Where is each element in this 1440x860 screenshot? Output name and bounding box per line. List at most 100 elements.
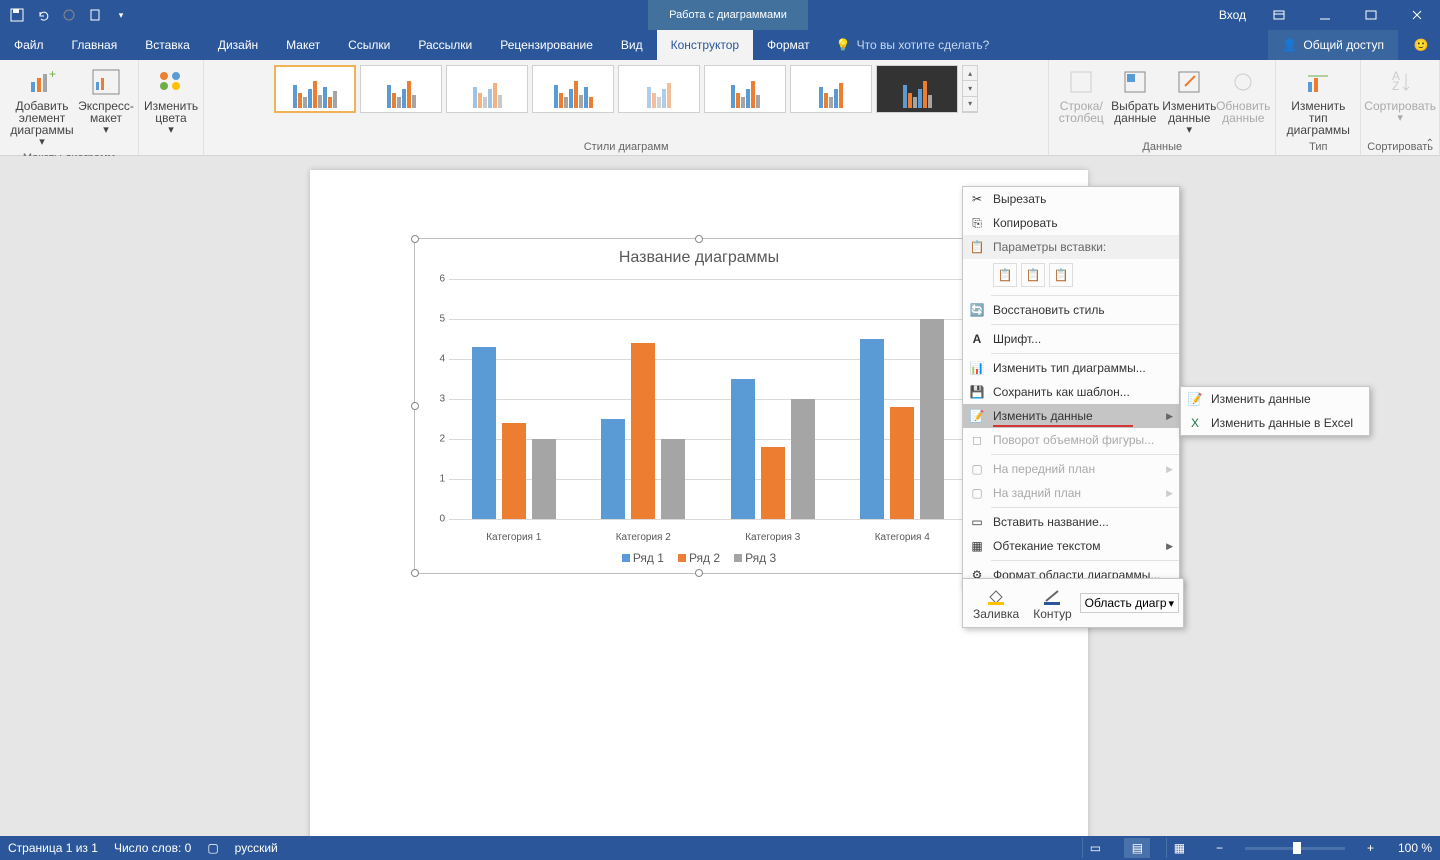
legend-item[interactable]: Ряд 1 <box>622 551 664 565</box>
paste-option-1[interactable]: 📋 <box>993 263 1017 287</box>
tab-references[interactable]: Ссылки <box>334 30 404 60</box>
bar-series-3[interactable] <box>791 399 815 519</box>
ctx-cut[interactable]: ✂Вырезать <box>963 187 1179 211</box>
close-icon[interactable] <box>1394 0 1440 30</box>
svg-text:Z: Z <box>1392 79 1399 93</box>
feedback-icon[interactable]: 🙂 <box>1402 30 1440 60</box>
collapse-ribbon-icon[interactable]: ⌃ <box>1426 138 1434 149</box>
zoom-out-icon[interactable]: − <box>1216 841 1223 855</box>
quick-layout-button[interactable]: Экспресс-макет ▾ <box>80 64 132 138</box>
group-label-type: Тип <box>1309 139 1327 155</box>
chart-style-7[interactable] <box>790 65 872 113</box>
undo-icon[interactable] <box>30 1 56 29</box>
tab-format[interactable]: Формат <box>753 30 824 60</box>
bar-series-3[interactable] <box>920 319 944 519</box>
legend-item[interactable]: Ряд 2 <box>678 551 720 565</box>
proofing-icon[interactable]: ▢ <box>207 841 218 855</box>
ctx-reset-style[interactable]: 🔄Восстановить стиль <box>963 298 1179 322</box>
tab-design[interactable]: Дизайн <box>204 30 272 60</box>
ribbon-tabs: Файл Главная Вставка Дизайн Макет Ссылки… <box>0 30 1440 60</box>
tab-insert[interactable]: Вставка <box>131 30 204 60</box>
font-icon: A <box>969 331 985 347</box>
outline-button[interactable]: Контур <box>1027 583 1077 623</box>
chart-style-8[interactable] <box>876 65 958 113</box>
view-print-icon[interactable]: ▤ <box>1124 838 1150 858</box>
change-chart-type-button[interactable]: Изменить тип диаграммы <box>1282 64 1354 138</box>
zoom-slider[interactable] <box>1245 847 1345 850</box>
bar-series-1[interactable] <box>860 339 884 519</box>
switch-icon <box>1065 66 1097 98</box>
chart-style-3[interactable] <box>446 65 528 113</box>
edit-data-button[interactable]: Изменить данные ▾ <box>1163 64 1215 138</box>
ctx-insert-title[interactable]: ▭Вставить название... <box>963 510 1179 534</box>
switch-row-column-button: Строка/столбец <box>1055 64 1107 126</box>
submenu-edit-excel[interactable]: XИзменить данные в Excel <box>1181 411 1369 435</box>
tab-review[interactable]: Рецензирование <box>486 30 607 60</box>
status-page[interactable]: Страница 1 из 1 <box>8 841 98 855</box>
cut-icon: ✂ <box>969 191 985 207</box>
tab-home[interactable]: Главная <box>58 30 132 60</box>
select-data-button[interactable]: Выбрать данные <box>1109 64 1161 126</box>
redo-icon[interactable] <box>56 1 82 29</box>
tab-view[interactable]: Вид <box>607 30 657 60</box>
chevron-right-icon: ▶ <box>1166 411 1173 422</box>
fill-button[interactable]: Заливка <box>967 583 1025 623</box>
chart-style-6[interactable] <box>704 65 786 113</box>
view-web-icon[interactable]: ▦ <box>1166 838 1192 858</box>
zoom-level[interactable]: 100 % <box>1398 841 1432 855</box>
minimize-icon[interactable] <box>1302 0 1348 30</box>
cube-icon: ◻ <box>969 432 985 448</box>
qat-more-icon[interactable]: ▾ <box>108 1 134 29</box>
legend-item[interactable]: Ряд 3 <box>734 551 776 565</box>
ribbon-options-icon[interactable] <box>1256 0 1302 30</box>
maximize-icon[interactable] <box>1348 0 1394 30</box>
status-language[interactable]: русский <box>235 841 278 855</box>
bar-series-1[interactable] <box>601 419 625 519</box>
bar-series-3[interactable] <box>532 439 556 519</box>
view-read-icon[interactable]: ▭ <box>1082 838 1108 858</box>
bar-series-2[interactable] <box>761 447 785 519</box>
paste-option-3[interactable]: 📋 <box>1049 263 1073 287</box>
paste-option-2[interactable]: 📋 <box>1021 263 1045 287</box>
ctx-font[interactable]: AШрифт... <box>963 327 1179 351</box>
tab-file[interactable]: Файл <box>0 30 58 60</box>
chart-type-icon: 📊 <box>969 360 985 376</box>
tab-constructor[interactable]: Конструктор <box>657 30 753 60</box>
ctx-change-type[interactable]: 📊Изменить тип диаграммы... <box>963 356 1179 380</box>
chart-style-4[interactable] <box>532 65 614 113</box>
bar-series-2[interactable] <box>890 407 914 519</box>
zoom-in-icon[interactable]: + <box>1367 841 1374 855</box>
ctx-edit-data[interactable]: 📝Изменить данные▶ <box>963 404 1179 428</box>
chart-style-2[interactable] <box>360 65 442 113</box>
chart-style-5[interactable] <box>618 65 700 113</box>
bar-series-3[interactable] <box>661 439 685 519</box>
bar-series-2[interactable] <box>631 343 655 519</box>
save-icon[interactable] <box>4 1 30 29</box>
save-template-icon: 💾 <box>969 384 985 400</box>
bar-series-1[interactable] <box>472 347 496 519</box>
chevron-right-icon: ▶ <box>1166 488 1173 499</box>
signin-button[interactable]: Вход <box>1209 8 1256 22</box>
submenu-edit-data[interactable]: 📝Изменить данные <box>1181 387 1369 411</box>
tell-me-search[interactable]: 💡Что вы хотите сделать? <box>824 30 990 60</box>
category-label: Категория 4 <box>838 532 968 543</box>
edit-data-icon: 📝 <box>969 408 985 424</box>
share-button[interactable]: 👤Общий доступ <box>1268 30 1398 60</box>
chart-title[interactable]: Название диаграммы <box>415 239 983 273</box>
ctx-save-template[interactable]: 💾Сохранить как шаблон... <box>963 380 1179 404</box>
status-words[interactable]: Число слов: 0 <box>114 841 191 855</box>
chart-element-combo[interactable]: Область диагр ▾ <box>1080 593 1179 613</box>
tab-layout[interactable]: Макет <box>272 30 334 60</box>
ctx-copy[interactable]: ⎘Копировать <box>963 211 1179 235</box>
tab-mailings[interactable]: Рассылки <box>404 30 486 60</box>
bar-series-1[interactable] <box>731 379 755 519</box>
add-chart-element-button[interactable]: +Добавить элемент диаграммы ▾ <box>6 64 78 150</box>
chart-tools-label: Работа с диаграммами <box>648 0 808 30</box>
chart-styles-more[interactable]: ▴▾▾ <box>962 65 978 113</box>
ctx-text-wrap[interactable]: ▦Обтекание текстом▶ <box>963 534 1179 558</box>
new-doc-icon[interactable] <box>82 1 108 29</box>
bar-series-2[interactable] <box>502 423 526 519</box>
chart-object[interactable]: Название диаграммы 0123456 Категория 1Ка… <box>414 238 984 574</box>
chart-style-1[interactable] <box>274 65 356 113</box>
change-colors-button[interactable]: Изменить цвета ▾ <box>145 64 197 138</box>
